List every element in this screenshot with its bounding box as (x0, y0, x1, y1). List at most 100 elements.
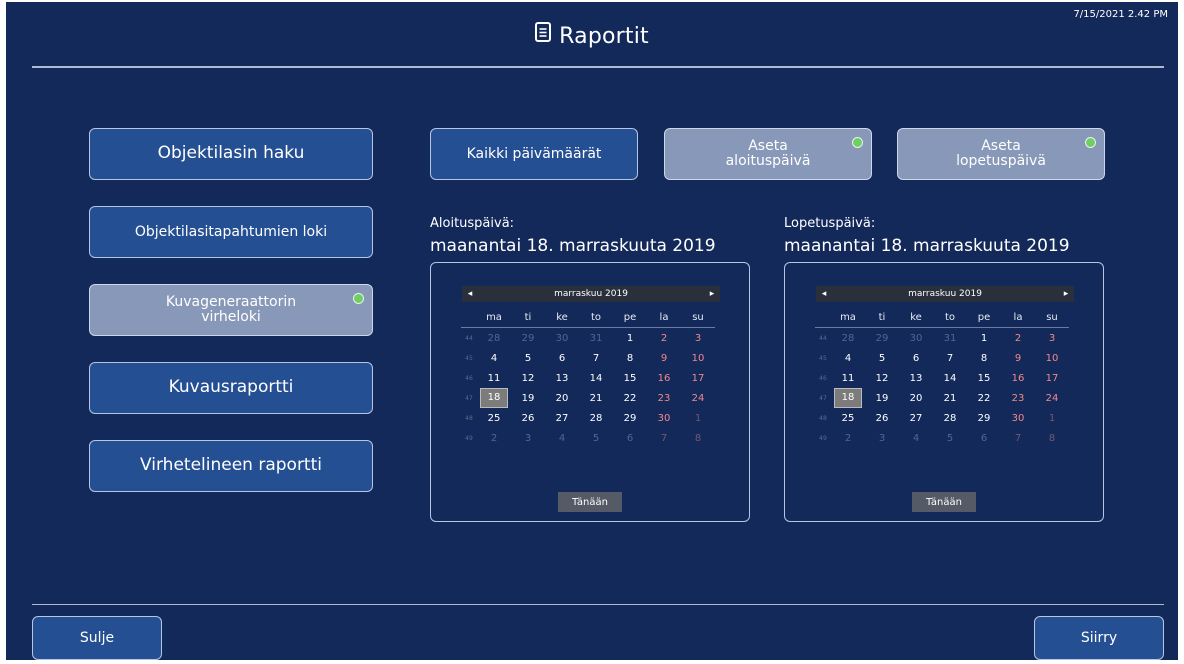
calendar-day[interactable]: 1 (967, 328, 1001, 349)
calendar-day[interactable]: 31 (933, 328, 967, 349)
calendar-day[interactable]: 23 (1001, 388, 1035, 408)
calendar-day-selected[interactable]: 18 (831, 388, 865, 408)
calendar-day[interactable]: 19 (511, 388, 545, 408)
sidebar-item-virhetelineen-raportti[interactable]: Virhetelineen raportti (89, 440, 373, 492)
calendar-day[interactable]: 1 (613, 328, 647, 349)
calendar-day[interactable]: 4 (477, 348, 511, 368)
calendar-day[interactable]: 28 (831, 328, 865, 349)
calendar-day[interactable]: 8 (1035, 428, 1069, 448)
calendar-day[interactable]: 4 (831, 348, 865, 368)
start-date-calendar[interactable]: ◂ marraskuu 2019 ▸ ma ti ke to pe la su 44 28 29 30 31… (430, 262, 750, 522)
calendar-day[interactable]: 9 (647, 348, 681, 368)
calendar-day[interactable]: 12 (865, 368, 899, 388)
calendar-day[interactable]: 3 (511, 428, 545, 448)
calendar-day[interactable]: 31 (579, 328, 613, 349)
calendar-day[interactable]: 6 (899, 348, 933, 368)
calendar-day[interactable]: 17 (1035, 368, 1069, 388)
calendar-day[interactable]: 10 (681, 348, 715, 368)
calendar-day[interactable]: 12 (511, 368, 545, 388)
calendar-day[interactable]: 16 (1001, 368, 1035, 388)
calendar-day[interactable]: 6 (613, 428, 647, 448)
calendar-day[interactable]: 14 (933, 368, 967, 388)
calendar-day[interactable]: 13 (545, 368, 579, 388)
close-button[interactable]: Sulje (32, 616, 162, 660)
calendar-day[interactable]: 4 (899, 428, 933, 448)
calendar-day[interactable]: 5 (933, 428, 967, 448)
calendar-day[interactable]: 14 (579, 368, 613, 388)
sidebar-item-kuvageneraattorin-virheloki[interactable]: Kuvageneraattorin virheloki (89, 284, 373, 336)
calendar-day[interactable]: 2 (647, 328, 681, 349)
sidebar-item-kuvausraportti[interactable]: Kuvausraportti (89, 362, 373, 414)
calendar-day[interactable]: 3 (681, 328, 715, 349)
calendar-day[interactable]: 20 (545, 388, 579, 408)
calendar-day[interactable]: 22 (613, 388, 647, 408)
chevron-right-icon[interactable]: ▸ (1058, 289, 1074, 299)
calendar-day[interactable]: 8 (613, 348, 647, 368)
calendar-day[interactable]: 7 (647, 428, 681, 448)
calendar-day[interactable]: 1 (1035, 408, 1069, 428)
calendar-day[interactable]: 7 (579, 348, 613, 368)
calendar-day[interactable]: 13 (899, 368, 933, 388)
set-start-date-button[interactable]: Aseta aloituspäivä (664, 128, 872, 180)
calendar-day[interactable]: 30 (647, 408, 681, 428)
calendar-day[interactable]: 16 (647, 368, 681, 388)
calendar-day[interactable]: 21 (579, 388, 613, 408)
calendar-day[interactable]: 27 (545, 408, 579, 428)
calendar-day[interactable]: 8 (967, 348, 1001, 368)
calendar-day[interactable]: 15 (967, 368, 1001, 388)
calendar-day[interactable]: 2 (1001, 328, 1035, 349)
calendar-day[interactable]: 24 (1035, 388, 1069, 408)
calendar-day[interactable]: 2 (831, 428, 865, 448)
calendar-day[interactable]: 28 (477, 328, 511, 349)
calendar-day[interactable]: 28 (933, 408, 967, 428)
calendar-day[interactable]: 10 (1035, 348, 1069, 368)
calendar-day[interactable]: 21 (933, 388, 967, 408)
calendar-day[interactable]: 7 (933, 348, 967, 368)
calendar-day[interactable]: 11 (477, 368, 511, 388)
calendar-day[interactable]: 5 (579, 428, 613, 448)
calendar-day[interactable]: 26 (865, 408, 899, 428)
calendar-day[interactable]: 15 (613, 368, 647, 388)
go-button[interactable]: Siirry (1034, 616, 1164, 660)
calendar-day[interactable]: 5 (865, 348, 899, 368)
calendar-day[interactable]: 6 (967, 428, 1001, 448)
calendar-day[interactable]: 19 (865, 388, 899, 408)
calendar-day[interactable]: 24 (681, 388, 715, 408)
calendar-day[interactable]: 6 (545, 348, 579, 368)
end-date-calendar[interactable]: ◂ marraskuu 2019 ▸ ma ti ke to pe la su 44 28 29 30 31… (784, 262, 1104, 522)
chevron-left-icon[interactable]: ◂ (816, 289, 832, 299)
calendar-day[interactable]: 27 (899, 408, 933, 428)
calendar-day[interactable]: 8 (681, 428, 715, 448)
calendar-day[interactable]: 30 (1001, 408, 1035, 428)
sidebar-item-objektilasin-haku[interactable]: Objektilasin haku (89, 128, 373, 180)
calendar-day[interactable]: 4 (545, 428, 579, 448)
calendar-day[interactable]: 22 (967, 388, 1001, 408)
calendar-day[interactable]: 28 (579, 408, 613, 428)
calendar-day[interactable]: 26 (511, 408, 545, 428)
calendar-day[interactable]: 17 (681, 368, 715, 388)
sidebar-item-objektilasitapahtumien-loki[interactable]: Objektilasitapahtumien loki (89, 206, 373, 258)
calendar-day[interactable]: 29 (865, 328, 899, 349)
calendar-day[interactable]: 23 (647, 388, 681, 408)
calendar-day[interactable]: 25 (831, 408, 865, 428)
calendar-day[interactable]: 2 (477, 428, 511, 448)
calendar-day[interactable]: 20 (899, 388, 933, 408)
calendar-day[interactable]: 29 (967, 408, 1001, 428)
calendar-day[interactable]: 5 (511, 348, 545, 368)
calendar-day-selected[interactable]: 18 (477, 388, 511, 408)
calendar-day[interactable]: 30 (545, 328, 579, 349)
calendar-day[interactable]: 9 (1001, 348, 1035, 368)
calendar-day[interactable]: 29 (613, 408, 647, 428)
calendar-day[interactable]: 29 (511, 328, 545, 349)
end-today-button[interactable]: Tänään (912, 492, 976, 512)
calendar-day[interactable]: 7 (1001, 428, 1035, 448)
set-end-date-button[interactable]: Aseta lopetuspäivä (897, 128, 1105, 180)
calendar-day[interactable]: 3 (1035, 328, 1069, 349)
chevron-left-icon[interactable]: ◂ (462, 289, 478, 299)
calendar-day[interactable]: 25 (477, 408, 511, 428)
calendar-day[interactable]: 30 (899, 328, 933, 349)
start-today-button[interactable]: Tänään (558, 492, 622, 512)
chevron-right-icon[interactable]: ▸ (704, 289, 720, 299)
all-dates-button[interactable]: Kaikki päivämäärät (430, 128, 638, 180)
calendar-day[interactable]: 3 (865, 428, 899, 448)
